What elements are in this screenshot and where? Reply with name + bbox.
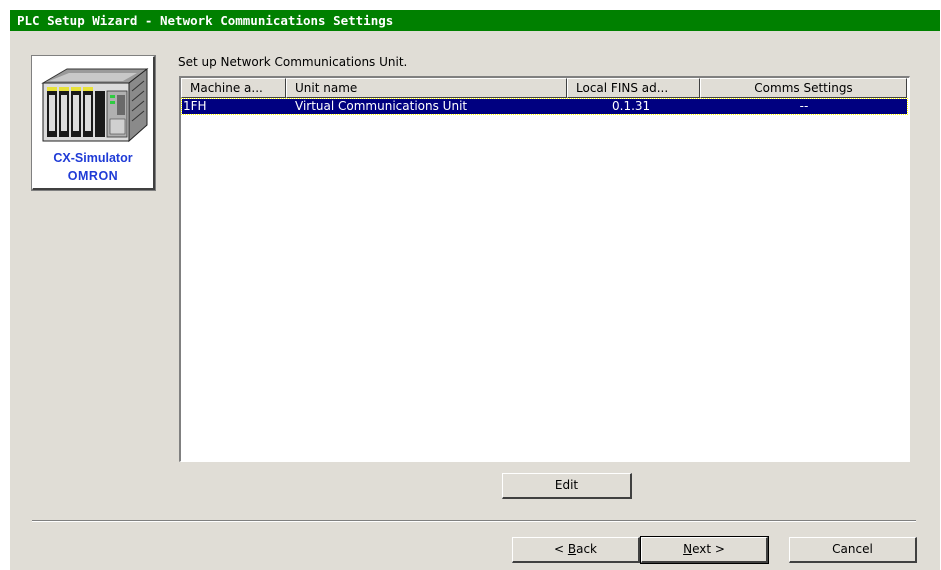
cell-comms-settings: -- xyxy=(799,99,809,113)
back-accel-key: B xyxy=(567,542,577,556)
plc-rack-icon xyxy=(41,67,149,143)
cancel-button[interactable]: Cancel xyxy=(789,537,917,563)
column-header-unit-name[interactable]: Unit name xyxy=(286,78,567,98)
logo-brand-name: OMRON xyxy=(67,169,119,183)
window-title: PLC Setup Wizard - Network Communication… xyxy=(10,10,940,31)
cell-local-fins-address: 0.1.31 xyxy=(612,99,651,113)
next-accel-key: N xyxy=(683,542,693,556)
instruction-text: Set up Network Communications Unit. xyxy=(178,55,408,69)
cx-simulator-logo: CX-Simulator OMRON xyxy=(31,55,156,191)
column-header-machine-address[interactable]: Machine a... xyxy=(181,78,286,98)
logo-product-name: CX-Simulator xyxy=(53,151,133,165)
column-header-comms-settings[interactable]: Comms Settings xyxy=(700,78,907,98)
column-header-local-fins-address[interactable]: Local FINS ad... xyxy=(567,78,700,98)
back-button[interactable]: < Back xyxy=(512,537,640,563)
table-row[interactable]: 1FH Virtual Communications Unit 0.1.31 -… xyxy=(181,98,908,115)
back-suffix: ack xyxy=(576,542,597,556)
footer-separator xyxy=(32,520,916,522)
list-header: Machine a... Unit name Local FINS ad... … xyxy=(181,78,909,98)
back-prefix: < xyxy=(553,542,568,556)
next-suffix: ext > xyxy=(692,542,725,556)
cell-unit-name: Virtual Communications Unit xyxy=(295,99,468,113)
edit-button[interactable]: Edit xyxy=(502,473,632,499)
cell-machine-address: 1FH xyxy=(183,99,207,113)
network-unit-list[interactable]: Machine a... Unit name Local FINS ad... … xyxy=(179,76,910,462)
next-button[interactable]: Next > xyxy=(640,536,769,564)
